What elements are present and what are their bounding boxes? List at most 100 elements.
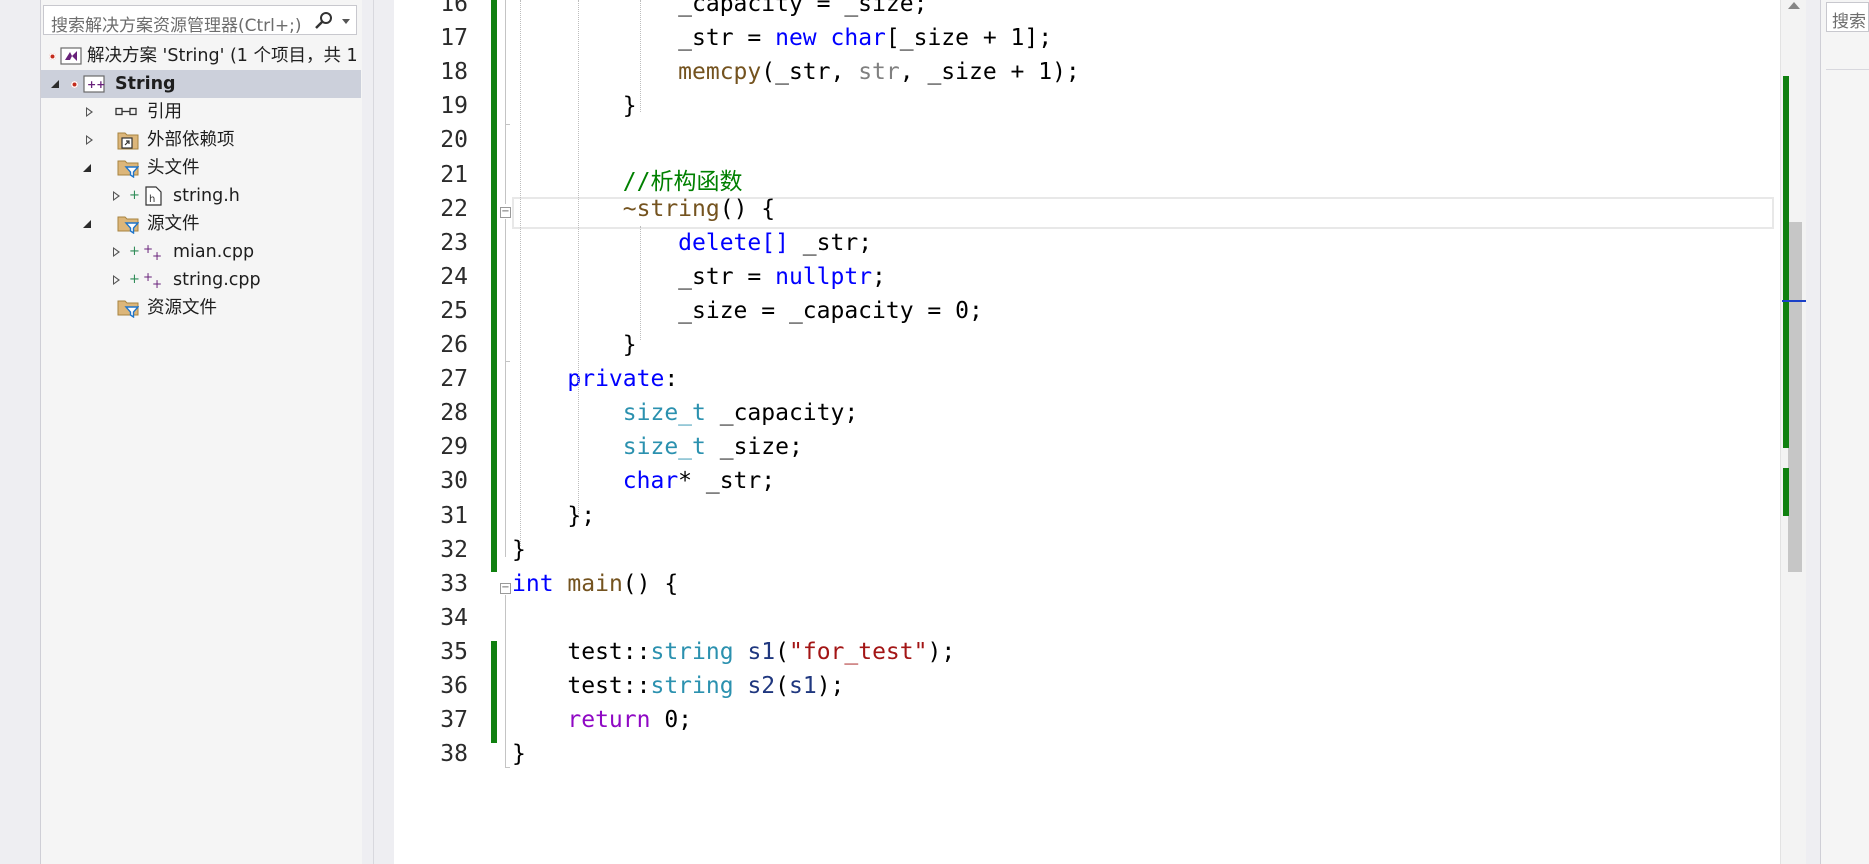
code-token: }; (512, 502, 596, 529)
code-token: _capacity = _size; (512, 0, 928, 17)
fold-collapse-toggle[interactable]: − (500, 207, 511, 218)
collapse-arrow-icon[interactable] (51, 80, 59, 88)
search-icon[interactable] (314, 11, 334, 31)
code-token: } (512, 332, 637, 358)
overview-change-marker (1783, 76, 1789, 448)
tree-item-resource-files[interactable]: 资源文件 (41, 294, 361, 322)
expand-arrow-icon[interactable] (86, 107, 93, 117)
tree-item-solution[interactable]: 解决方案 'String' (1 个项目，共 1 (41, 42, 361, 70)
code-token: //析构函数 (622, 168, 743, 195)
code-line[interactable]: //析构函数 (512, 162, 743, 196)
code-token: () { (622, 570, 679, 597)
code-line[interactable]: ~string() { (512, 196, 775, 222)
line-number: 20 (440, 127, 468, 154)
code-token: string (650, 638, 734, 665)
tree-item-external-deps[interactable]: 外部依赖项 (41, 126, 361, 154)
collapse-arrow-icon[interactable] (83, 220, 91, 228)
tree-item-mian-cpp[interactable]: + + + mian.cpp (41, 238, 361, 266)
code-line[interactable]: } (512, 741, 526, 767)
fold-region-line (505, 0, 506, 204)
expand-arrow-icon[interactable] (113, 191, 120, 201)
code-token: } (512, 93, 637, 120)
svg-text:+: + (152, 277, 162, 290)
svg-text:++: ++ (87, 78, 105, 91)
search-options-chevron-down-icon[interactable] (342, 19, 350, 24)
line-number: 35 (440, 638, 468, 665)
code-line[interactable]: test::string s1("for_test"); (512, 639, 955, 665)
line-number: 27 (440, 366, 468, 393)
line-number: 37 (440, 707, 468, 734)
code-token: char (622, 468, 679, 495)
expand-arrow-icon[interactable] (86, 135, 93, 145)
change-marker-bar (491, 0, 497, 572)
code-line[interactable]: _str = new char[_size + 1]; (512, 25, 1052, 51)
code-line[interactable]: size_t _capacity; (512, 400, 858, 426)
line-number: 29 (440, 434, 468, 461)
code-editor[interactable]: 16 17 18 19 20 21 22 23 24 25 26 27 28 29 30 31 32 33 34 35… (394, 0, 1780, 864)
solution-explorer: 搜索解决方案资源管理器(Ctrl+;) 解决方案 'String' (1 个项目… (40, 0, 364, 864)
filter-folder-icon (117, 160, 139, 178)
code-line[interactable]: _str = nullptr; (512, 264, 886, 290)
indent-guide (578, 0, 579, 518)
tree-item-string-h[interactable]: + h string.h (41, 182, 361, 210)
right-splitter[interactable] (1806, 0, 1820, 864)
scroll-up-arrow-icon[interactable] (1788, 2, 1800, 9)
overview-change-marker (1783, 468, 1789, 516)
code-token: s1 (747, 638, 776, 665)
right-panel-search-input[interactable]: 搜索 (1826, 2, 1869, 32)
tree-item-header-files[interactable]: 头文件 (41, 154, 361, 182)
code-token: } (512, 741, 526, 768)
code-line[interactable]: delete[] _str; (512, 230, 872, 256)
tree-item-label: string.h (173, 186, 240, 206)
code-line[interactable]: size_t _size; (512, 434, 803, 460)
code-token: memcpy (678, 59, 762, 86)
panel-splitter[interactable] (362, 0, 394, 864)
code-line[interactable]: int main() { (512, 571, 678, 597)
code-token: 0; (650, 707, 693, 734)
fold-collapse-toggle[interactable]: − (500, 583, 511, 594)
line-number: 30 (440, 468, 468, 495)
tree-item-source-files[interactable]: 源文件 (41, 210, 361, 238)
line-number: 16 (440, 0, 468, 17)
code-token: ; (872, 263, 886, 290)
line-number: 22 (440, 195, 468, 222)
code-token: ( (775, 673, 789, 699)
tree-item-string-cpp[interactable]: + + + string.cpp (41, 266, 361, 294)
code-line[interactable]: _size = _capacity = 0; (512, 298, 983, 324)
tree-item-project-string[interactable]: ++ String (41, 70, 361, 98)
code-line[interactable]: memcpy(_str, str, _size + 1); (512, 59, 1080, 85)
change-marker-bar (491, 641, 497, 743)
code-token: _str = (512, 25, 776, 52)
external-deps-icon (117, 132, 139, 150)
code-line[interactable]: private: (512, 366, 678, 392)
tree-item-references[interactable]: 引用 (41, 98, 361, 126)
indent-guide (640, 0, 641, 112)
code-token: [_size + 1]; (885, 25, 1053, 52)
code-token: int (512, 570, 554, 597)
code-line[interactable]: } (512, 93, 637, 119)
code-token: return (567, 707, 651, 734)
line-number: 28 (440, 400, 468, 427)
code-line[interactable]: test::string s2(s1); (512, 673, 844, 699)
code-line[interactable]: char* _str; (512, 468, 775, 494)
expand-arrow-icon[interactable] (113, 247, 120, 257)
expand-arrow-icon[interactable] (113, 275, 120, 285)
code-token: _capacity; (705, 400, 859, 427)
explorer-search-input[interactable]: 搜索解决方案资源管理器(Ctrl+;) (43, 5, 357, 36)
scrollbar-thumb[interactable] (1788, 222, 1802, 572)
collapse-arrow-icon[interactable] (83, 164, 91, 172)
code-line[interactable]: _capacity = _size; (512, 0, 927, 17)
code-token: ); (927, 638, 956, 665)
code-token: (_str, (761, 59, 859, 86)
line-number: 17 (440, 25, 468, 52)
code-line[interactable]: } (512, 537, 526, 563)
code-line[interactable]: }; (512, 503, 595, 529)
code-line[interactable]: return 0; (512, 707, 692, 733)
code-line[interactable]: } (512, 332, 637, 358)
search-placeholder: 搜索解决方案资源管理器(Ctrl+;) (51, 16, 302, 36)
